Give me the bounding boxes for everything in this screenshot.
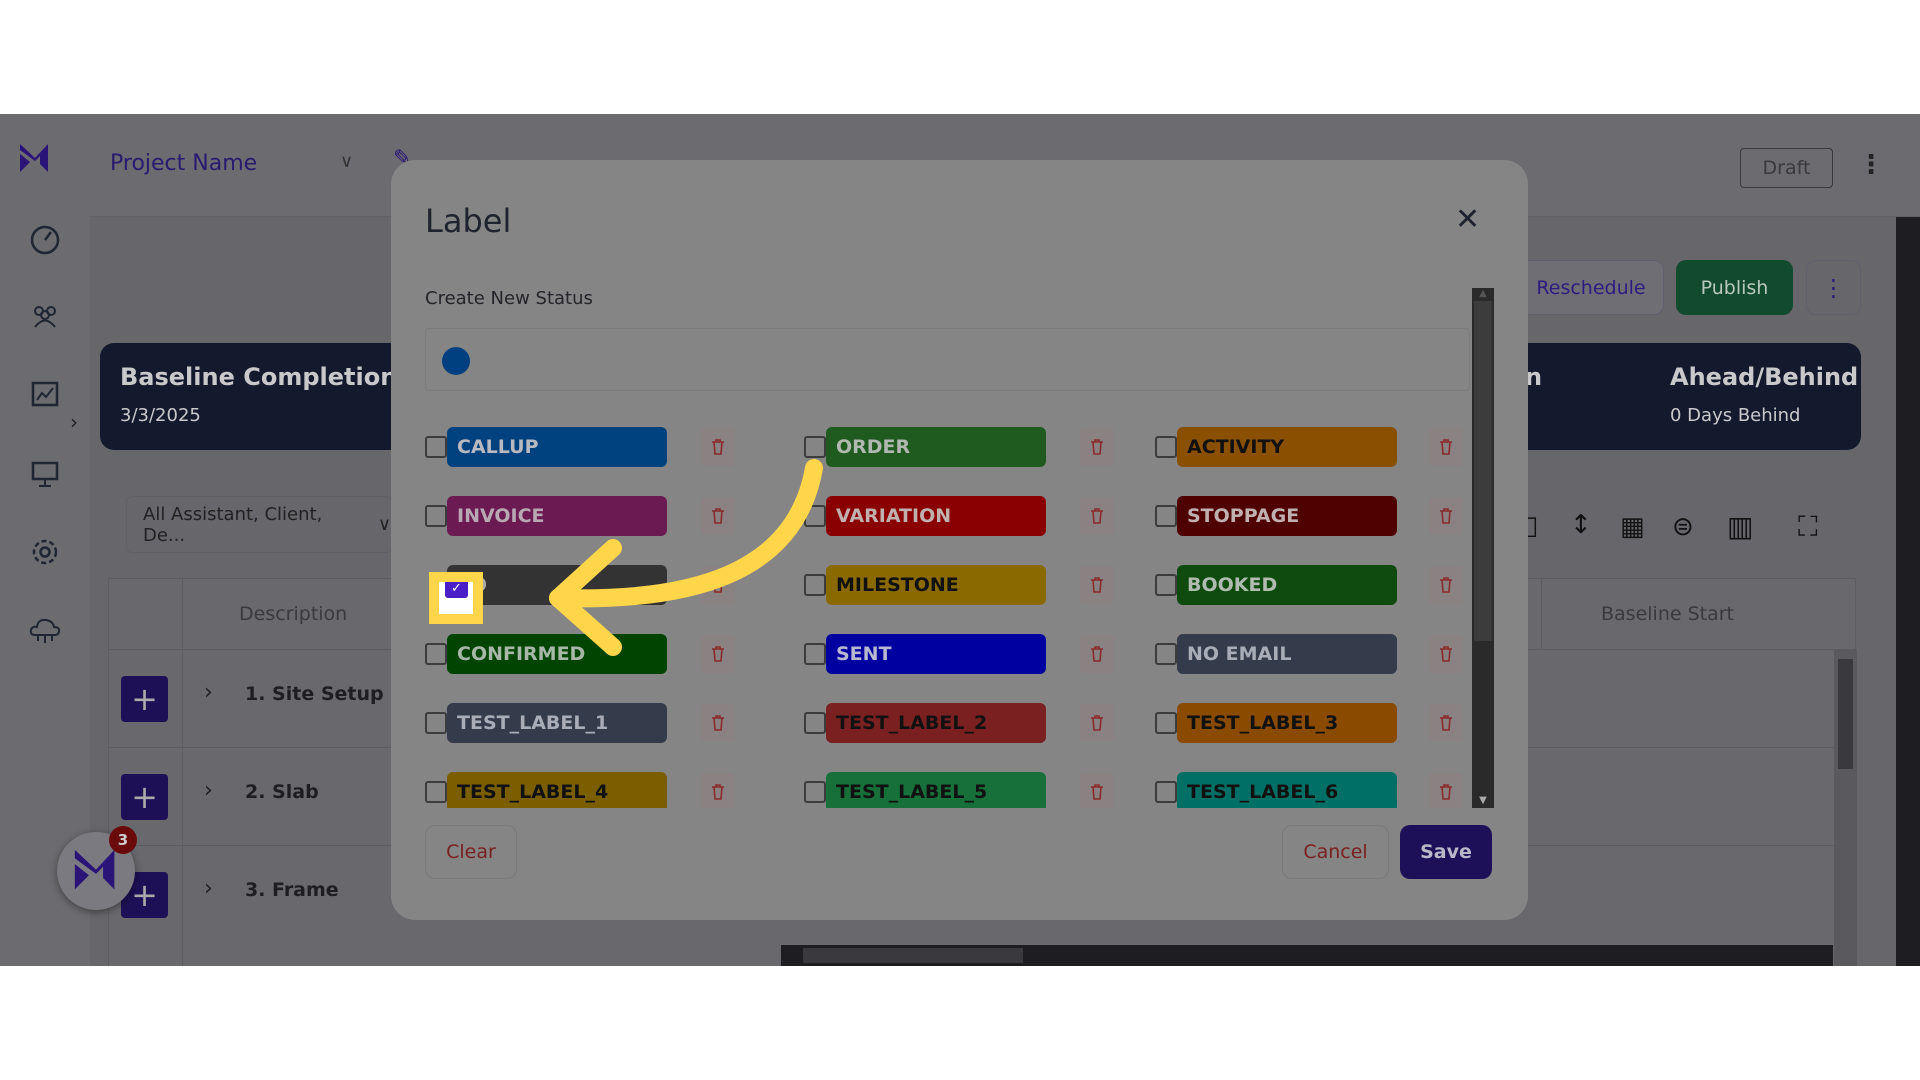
annotation-arrow xyxy=(549,459,823,656)
